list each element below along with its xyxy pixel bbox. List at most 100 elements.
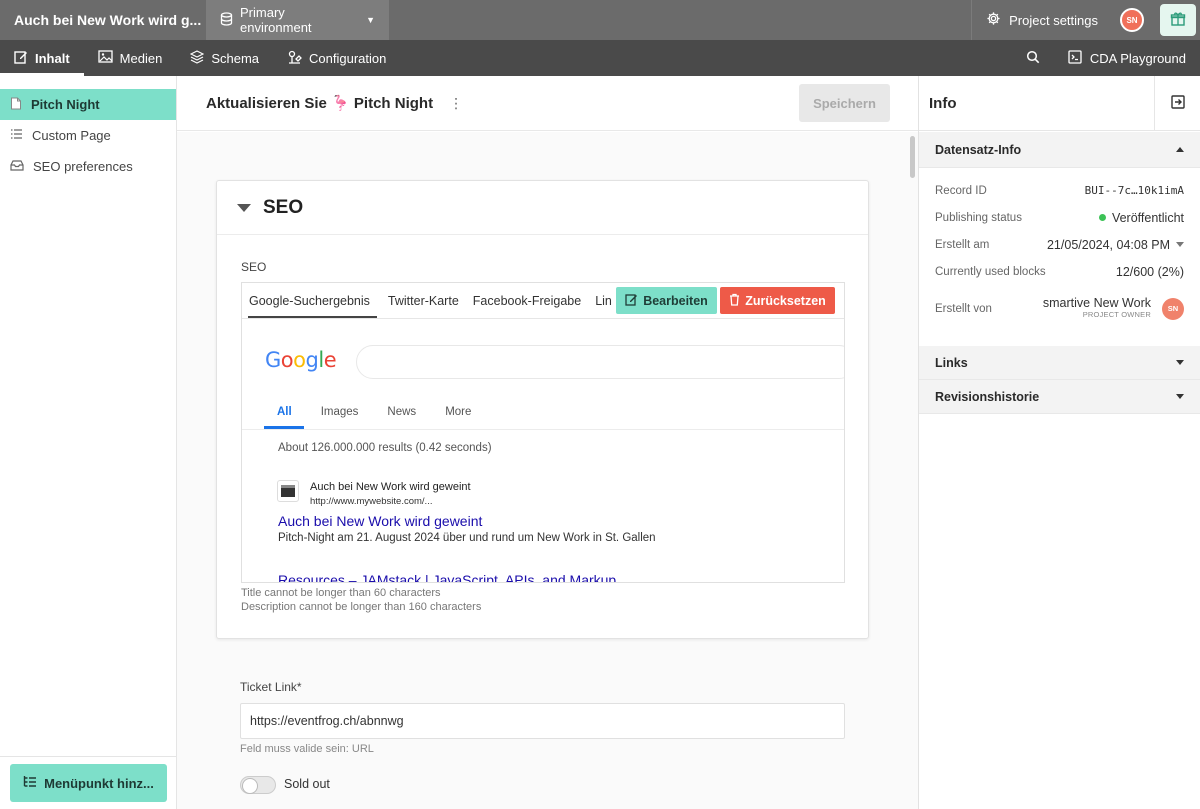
config-icon — [287, 50, 302, 67]
google-results-count: About 126.000.000 results (0.42 seconds) — [278, 442, 492, 454]
tab-google-search[interactable]: Google-Suchergebnis — [242, 283, 377, 319]
nav-bar: Inhalt Medien Schema Configuration CDA P… — [0, 40, 1200, 76]
creator-avatar: SN — [1162, 297, 1184, 320]
inbox-icon — [10, 159, 24, 174]
add-menu-item-label: Menüpunkt hinz... — [44, 775, 154, 791]
sidebar-item-label: Pitch Night — [31, 97, 100, 112]
google-tab-images: Images — [320, 406, 359, 418]
google-logo: Google — [265, 348, 337, 372]
edit-icon — [14, 50, 28, 67]
info-panel: Info Datensatz-Info Record ID BUI--7c…10… — [918, 76, 1200, 809]
created-at-value[interactable]: 21/05/2024, 04:08 PM — [1047, 238, 1184, 252]
google-tab-news: News — [387, 406, 417, 418]
tab-twitter-card[interactable]: Twitter-Karte — [381, 283, 466, 319]
created-by-row: Erstellt von smartive New Work PROJECT O… — [919, 285, 1200, 332]
add-menu-item-button[interactable]: Menüpunkt hinz... — [10, 764, 167, 802]
tree-list-icon — [23, 775, 37, 791]
record-info-rows: Record ID BUI--7c…10k1imA Publishing sta… — [919, 168, 1200, 346]
creator-name: smartive New Work — [1042, 295, 1151, 310]
record-info-title: Datensatz-Info — [935, 142, 1022, 157]
google-tab-all: All — [262, 395, 304, 429]
collapse-triangle-icon[interactable] — [237, 203, 251, 212]
database-icon — [220, 11, 233, 29]
site-favicon — [277, 480, 299, 502]
user-avatar[interactable]: SN — [1112, 0, 1152, 40]
google-search-box — [356, 345, 844, 379]
publishing-status-label: Publishing status — [935, 211, 1022, 224]
cda-playground-button[interactable]: CDA Playground — [1054, 40, 1200, 76]
google-divider — [242, 429, 844, 430]
tab-label: Schema — [211, 50, 260, 66]
sidebar-item-label: SEO preferences — [33, 159, 133, 174]
tab-schema[interactable]: Schema — [176, 40, 273, 76]
environment-selector[interactable]: Primary environment ▼ — [206, 0, 389, 40]
seo-card: SEO SEO Google-Suchergebnis Twitter-Kart… — [216, 180, 869, 639]
chevron-down-icon — [1176, 242, 1184, 247]
collapse-panel-button[interactable] — [1154, 76, 1200, 131]
preview-tabs: Google-Suchergebnis Twitter-Karte Facebo… — [242, 283, 844, 319]
sold-out-toggle[interactable] — [240, 776, 276, 794]
more-options-icon[interactable]: ⋮ — [449, 95, 463, 112]
links-section[interactable]: Links — [919, 346, 1200, 380]
record-id-value[interactable]: BUI--7c…10k1imA — [1085, 184, 1184, 197]
seo-field-label: SEO — [241, 260, 267, 274]
google-tabs: All Images News More — [262, 395, 485, 429]
sidebar-item-label: Custom Page — [32, 128, 111, 143]
gift-button[interactable] — [1160, 4, 1196, 36]
editor-header: Aktualisieren Sie 🦩 Pitch Night ⋮ Speich… — [177, 76, 918, 131]
tab-label: Inhalt — [35, 50, 70, 66]
chevron-down-icon — [1176, 394, 1184, 399]
blocks-row: Currently used blocks 12/600 (2%) — [919, 258, 1200, 285]
tab-inhalt[interactable]: Inhalt — [0, 40, 84, 76]
chevron-down-icon: ▼ — [366, 15, 375, 25]
sidebar-item-custom-page[interactable]: Custom Page — [0, 120, 176, 151]
sidebar-divider — [0, 756, 177, 757]
search-button[interactable] — [1012, 40, 1054, 76]
project-settings-label: Project settings — [1009, 12, 1098, 28]
ticket-link-label: Ticket Link* — [240, 680, 302, 694]
creator-role: PROJECT OWNER — [1082, 309, 1151, 319]
gear-icon — [986, 11, 1001, 29]
publishing-status-text: Veröffentlicht — [1111, 210, 1184, 225]
reset-button[interactable]: Zurücksetzen — [720, 287, 835, 314]
save-button[interactable]: Speichern — [799, 84, 890, 122]
sidebar: Pitch Night Custom Page SEO preferences … — [0, 76, 177, 809]
record-info-section[interactable]: Datensatz-Info — [919, 132, 1200, 168]
revision-history-title: Revisionshistorie — [935, 389, 1040, 404]
layers-icon — [189, 49, 205, 67]
record-id-label: Record ID — [935, 184, 987, 197]
tab-linkedin[interactable]: Lin — [588, 283, 619, 319]
tab-configuration[interactable]: Configuration — [273, 40, 400, 76]
sidebar-collapse-icon — [1170, 95, 1185, 112]
tab-label: Medien — [119, 50, 163, 66]
blocks-label: Currently used blocks — [935, 265, 1046, 278]
seo-card-header[interactable]: SEO — [217, 181, 868, 235]
page-title: Aktualisieren Sie 🦩 Pitch Night — [206, 95, 434, 112]
revision-history-section[interactable]: Revisionshistorie — [919, 380, 1200, 414]
google-result-description: Pitch-Night am 21. August 2024 über und … — [278, 532, 656, 544]
project-title[interactable]: Auch bei New Work wird g... — [0, 0, 206, 40]
record-id-row: Record ID BUI--7c…10k1imA — [919, 177, 1200, 204]
edit-button[interactable]: Bearbeiten — [616, 287, 717, 314]
info-header: Info — [919, 76, 1200, 131]
sidebar-item-seo-preferences[interactable]: SEO preferences — [0, 151, 176, 182]
trash-icon — [729, 293, 740, 309]
info-title: Info — [929, 94, 957, 112]
blocks-value: 12/600 (2%) — [1115, 264, 1184, 279]
gift-icon — [1170, 11, 1186, 30]
scrollbar[interactable] — [910, 136, 915, 178]
publishing-status-value: Veröffentlicht — [1098, 210, 1184, 225]
reset-label: Zurücksetzen — [745, 293, 826, 308]
list-icon — [10, 128, 23, 143]
tab-facebook-share[interactable]: Facebook-Freigabe — [466, 283, 588, 319]
links-title: Links — [935, 355, 968, 370]
sidebar-item-pitch-night[interactable]: Pitch Night — [0, 89, 176, 120]
tab-label: Configuration — [309, 50, 387, 66]
edit-label: Bearbeiten — [643, 293, 708, 308]
seo-preview: Google-Suchergebnis Twitter-Karte Facebo… — [241, 282, 845, 583]
created-at-row: Erstellt am 21/05/2024, 04:08 PM — [919, 231, 1200, 258]
project-settings-button[interactable]: Project settings — [971, 0, 1112, 40]
tab-medien[interactable]: Medien — [84, 40, 177, 76]
ticket-link-input[interactable]: https://eventfrog.ch/abnnwg — [240, 703, 845, 739]
search-icon — [1026, 50, 1040, 67]
